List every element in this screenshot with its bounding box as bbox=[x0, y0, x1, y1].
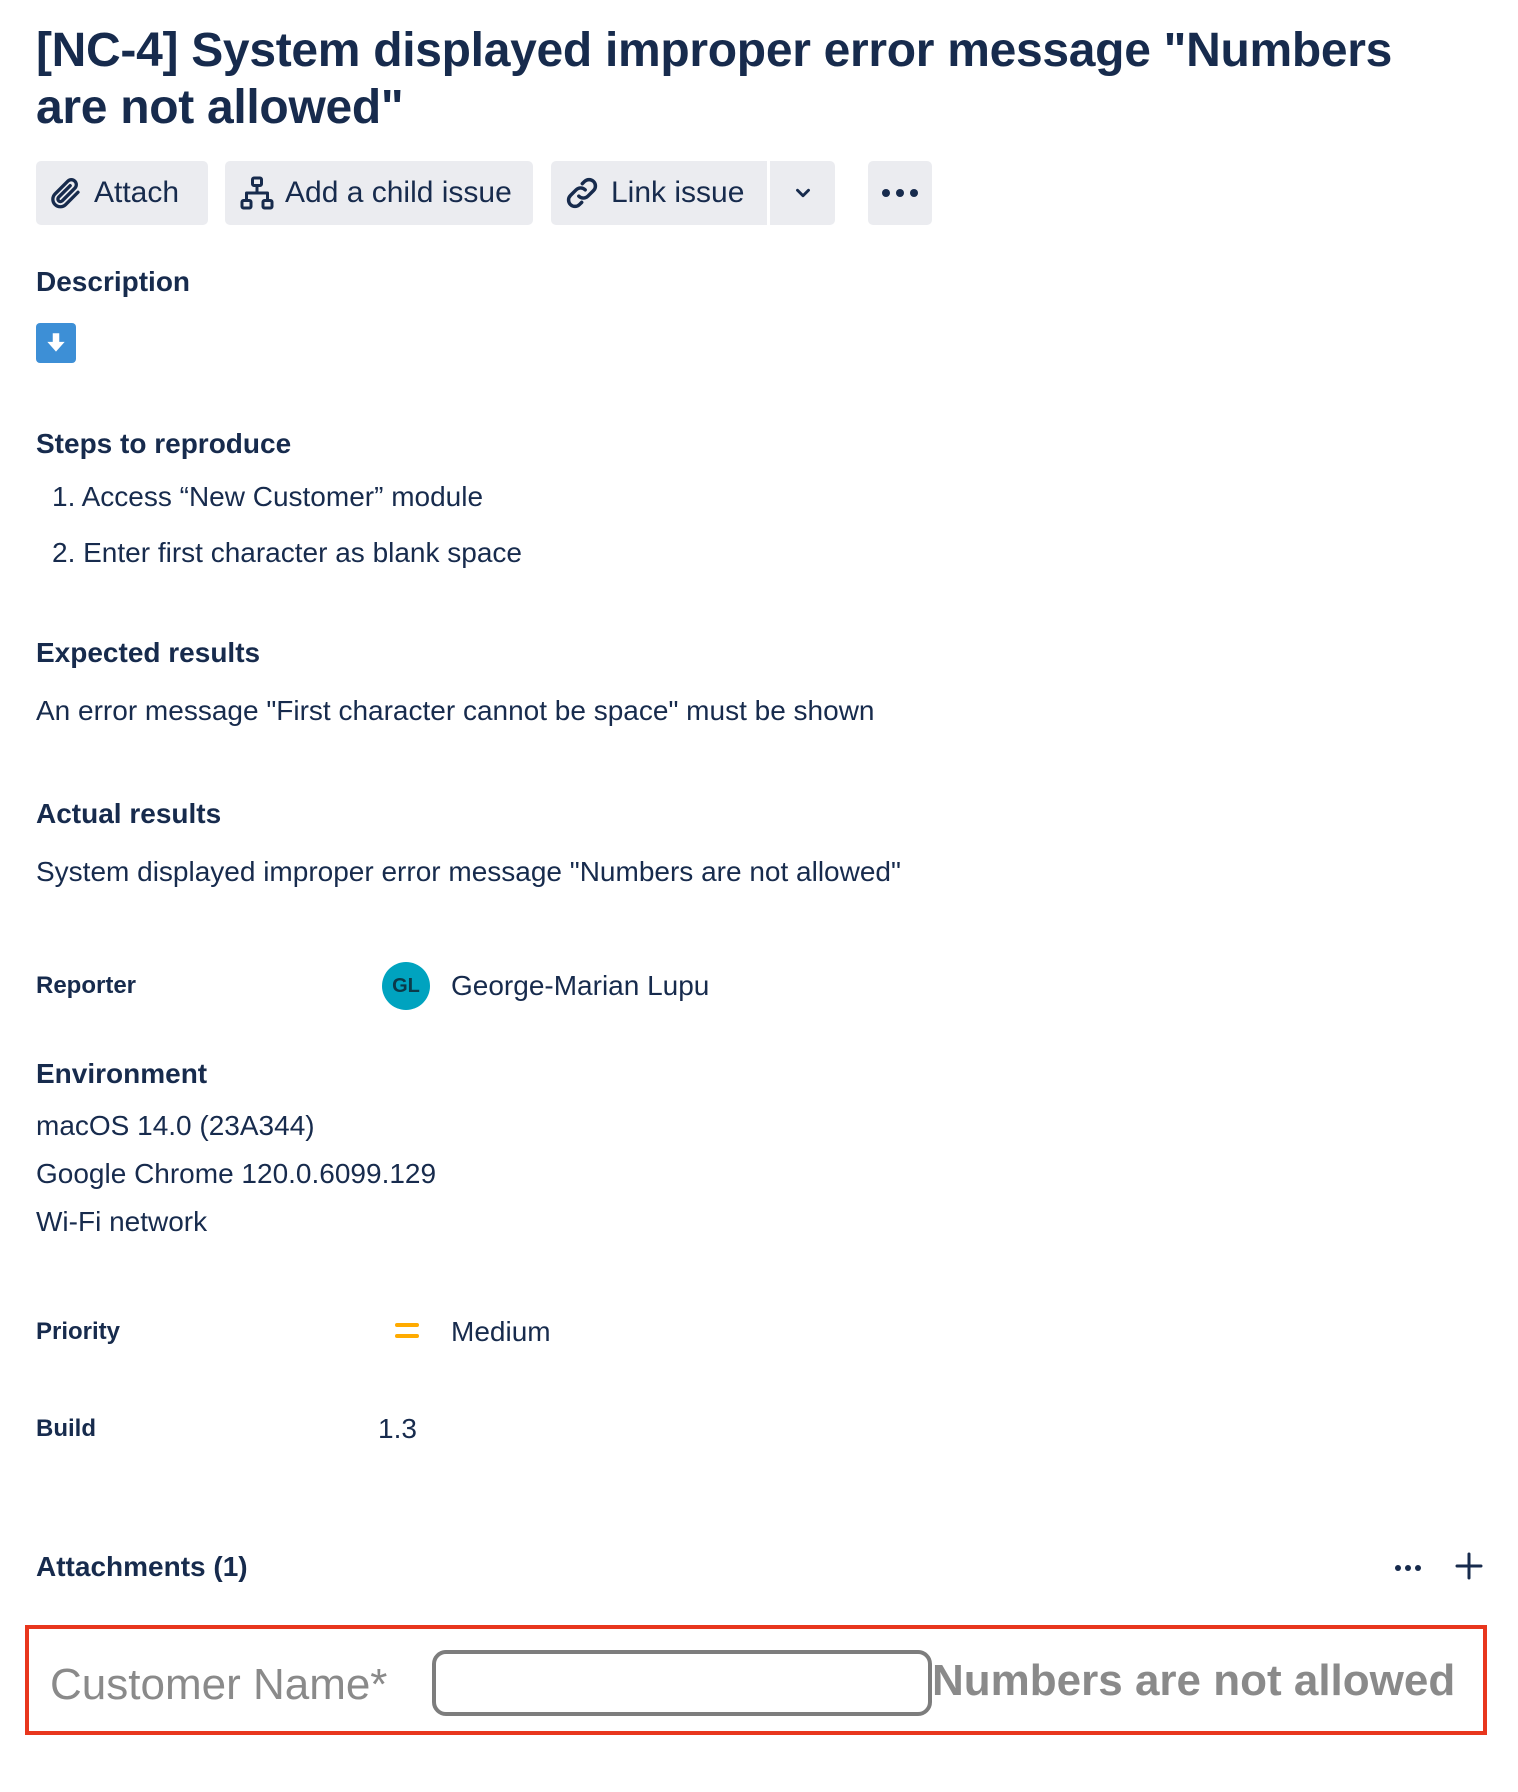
steps-heading: Steps to reproduce bbox=[36, 428, 292, 459]
reporter-name[interactable]: George-Marian Lupu bbox=[451, 970, 709, 1002]
link-icon bbox=[563, 174, 601, 212]
arrow-down-icon bbox=[36, 323, 76, 363]
actual-heading: Actual results bbox=[36, 798, 222, 829]
actual-text: System displayed improper error message … bbox=[36, 856, 901, 887]
environment-line: Wi-Fi network bbox=[36, 1206, 208, 1237]
link-issue-button[interactable]: Link issue bbox=[551, 161, 767, 225]
more-actions-button[interactable] bbox=[868, 161, 932, 225]
attachments-heading: Attachments (1) bbox=[36, 1551, 248, 1582]
priority-label: Priority bbox=[36, 1318, 121, 1345]
expected-heading: Expected results bbox=[36, 637, 261, 668]
more-horizontal-icon bbox=[880, 187, 920, 199]
avatar[interactable]: GL bbox=[382, 962, 430, 1010]
more-horizontal-icon[interactable] bbox=[1394, 1556, 1422, 1585]
attach-button[interactable]: Attach bbox=[36, 161, 208, 225]
link-issue-dropdown-button[interactable] bbox=[770, 161, 835, 225]
build-label: Build bbox=[36, 1415, 96, 1442]
attach-label: Attach bbox=[94, 176, 180, 209]
step-item: 1. Access “New Customer” module bbox=[52, 481, 484, 512]
environment-line: macOS 14.0 (23A344) bbox=[36, 1110, 315, 1141]
attachment-field-input bbox=[432, 1650, 932, 1716]
attachment-error-text: Numbers are not allowed bbox=[932, 1656, 1456, 1705]
add-child-issue-label: Add a child issue bbox=[285, 176, 512, 209]
issue-title[interactable]: [NC-4] System displayed improper error m… bbox=[36, 22, 1476, 136]
attachment-field-label: Customer Name* bbox=[50, 1660, 388, 1709]
reporter-label: Reporter bbox=[36, 972, 137, 999]
environment-heading: Environment bbox=[36, 1058, 208, 1089]
add-attachment-icon[interactable] bbox=[1455, 1552, 1483, 1585]
paperclip-icon bbox=[48, 175, 84, 211]
hierarchy-icon bbox=[239, 175, 275, 211]
link-issue-label: Link issue bbox=[611, 176, 745, 209]
step-item: 2. Enter first character as blank space bbox=[52, 537, 522, 568]
add-child-issue-button[interactable]: Add a child issue bbox=[225, 161, 533, 225]
expected-text: An error message "First character cannot… bbox=[36, 695, 875, 726]
environment-line: Google Chrome 120.0.6099.129 bbox=[36, 1158, 437, 1189]
description-heading: Description bbox=[36, 266, 191, 297]
priority-value[interactable]: Medium bbox=[451, 1316, 551, 1348]
chevron-down-icon bbox=[792, 182, 814, 204]
build-value[interactable]: 1.3 bbox=[378, 1413, 417, 1445]
priority-medium-icon bbox=[395, 1320, 419, 1347]
